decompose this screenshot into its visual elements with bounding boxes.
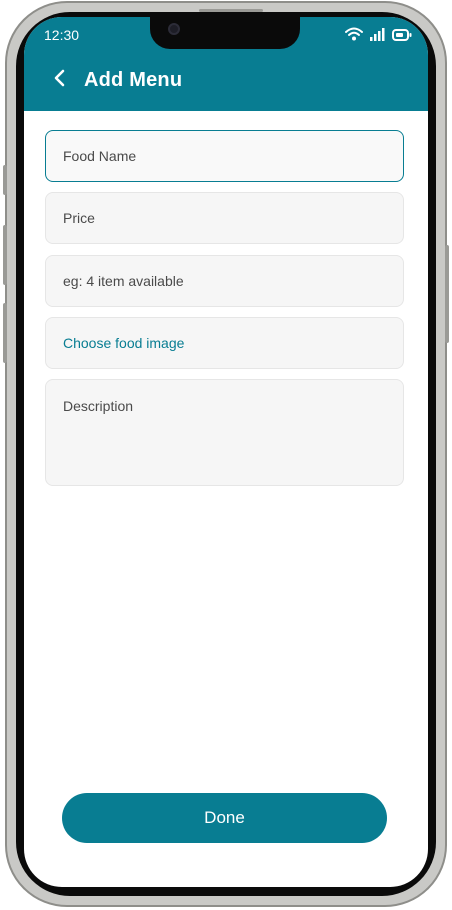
chevron-left-icon (53, 69, 65, 92)
availability-placeholder: eg: 4 item available (63, 273, 184, 289)
battery-icon (392, 28, 412, 46)
description-placeholder: Description (63, 398, 134, 414)
volume-down-button (3, 303, 7, 363)
done-button[interactable]: Done (62, 793, 387, 843)
status-icons (345, 27, 412, 46)
choose-image-label: Choose food image (63, 335, 185, 351)
price-placeholder: Price (63, 210, 95, 226)
mute-switch (3, 165, 7, 195)
food-name-placeholder: Food Name (63, 148, 137, 164)
app-header: 12:30 Add Menu (24, 17, 428, 111)
app-screen: 12:30 Add Menu Food Name Price eg: 4 ite… (24, 17, 428, 887)
power-button (445, 245, 449, 343)
signal-icon (370, 27, 385, 46)
food-name-input[interactable]: Food Name (45, 130, 404, 182)
description-textarea[interactable]: Description (45, 379, 404, 486)
price-input[interactable]: Price (45, 192, 404, 244)
availability-input[interactable]: eg: 4 item available (45, 255, 404, 307)
wifi-icon (345, 27, 363, 46)
status-time: 12:30 (44, 27, 80, 43)
notch (150, 17, 300, 49)
page-title: Add Menu (84, 69, 183, 91)
back-button[interactable] (48, 69, 70, 91)
camera-icon (168, 23, 180, 35)
choose-image-field[interactable]: Choose food image (45, 317, 404, 369)
volume-up-button (3, 225, 7, 285)
done-button-label: Done (204, 808, 245, 827)
